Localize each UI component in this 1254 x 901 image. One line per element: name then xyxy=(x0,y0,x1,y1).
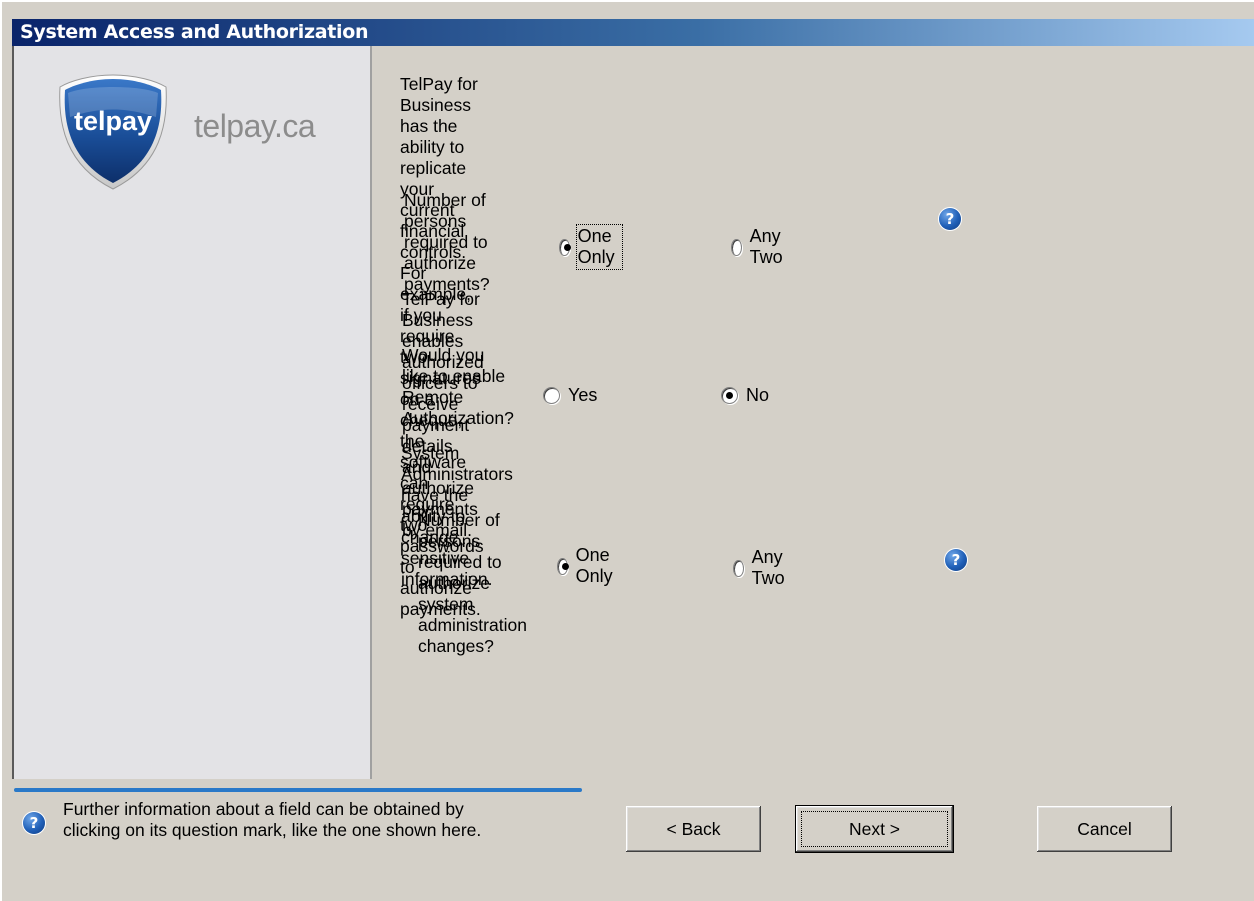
radio-admin-any-two[interactable]: Any Two xyxy=(733,547,791,589)
radio-payments-one-only[interactable]: One Only xyxy=(559,224,624,270)
brand-site-text: telpay.ca xyxy=(194,108,316,144)
radio-circle[interactable] xyxy=(559,238,571,256)
footer-help-text: Further information about a field can be… xyxy=(63,799,481,841)
title-bar: System Access and Authorization xyxy=(12,19,1254,46)
wizard-window: System Access and Authorization telpay t… xyxy=(0,0,1254,901)
footer-help-line: Further information about a field can be… xyxy=(63,799,464,819)
radio-circle[interactable] xyxy=(731,238,742,256)
telpay-shield-logo: telpay xyxy=(59,74,167,190)
radio-circle[interactable] xyxy=(543,387,560,404)
side-panel: telpay telpay.ca xyxy=(12,46,372,779)
footer-help-line: clicking on its question mark, like the … xyxy=(63,820,482,840)
shield-text: telpay xyxy=(74,106,152,136)
remote-auth-question: Would you like to enable Remote Authoriz… xyxy=(402,345,514,428)
radio-label: No xyxy=(746,385,770,405)
radio-label: One Only xyxy=(575,224,624,270)
next-button-label: Next > xyxy=(848,818,901,839)
footer-divider xyxy=(14,788,582,792)
radio-remote-no[interactable]: No xyxy=(721,385,769,406)
question-mark-icon[interactable]: ? xyxy=(945,549,967,571)
radio-circle[interactable] xyxy=(557,557,569,575)
radio-label: Any Two xyxy=(749,226,783,267)
radio-label: Any Two xyxy=(751,547,785,588)
question-mark-icon[interactable]: ? xyxy=(939,208,961,230)
radio-circle[interactable] xyxy=(733,559,744,577)
radio-circle[interactable] xyxy=(721,387,738,404)
cancel-button[interactable]: Cancel xyxy=(1037,806,1172,852)
back-button[interactable]: < Back xyxy=(626,806,761,852)
radio-admin-one-only[interactable]: One Only xyxy=(557,545,619,587)
radio-remote-yes[interactable]: Yes xyxy=(543,385,597,406)
radio-payments-any-two[interactable]: Any Two xyxy=(731,226,789,268)
next-button[interactable]: Next > xyxy=(795,805,954,853)
admin-question: Number of persons required to authorize … xyxy=(418,510,527,656)
radio-label: One Only xyxy=(575,545,613,586)
window-title: System Access and Authorization xyxy=(20,21,369,43)
radio-label: Yes xyxy=(568,385,598,405)
question-mark-icon: ? xyxy=(23,812,45,834)
payments-question: Number of persons required to authorize … xyxy=(404,190,490,294)
